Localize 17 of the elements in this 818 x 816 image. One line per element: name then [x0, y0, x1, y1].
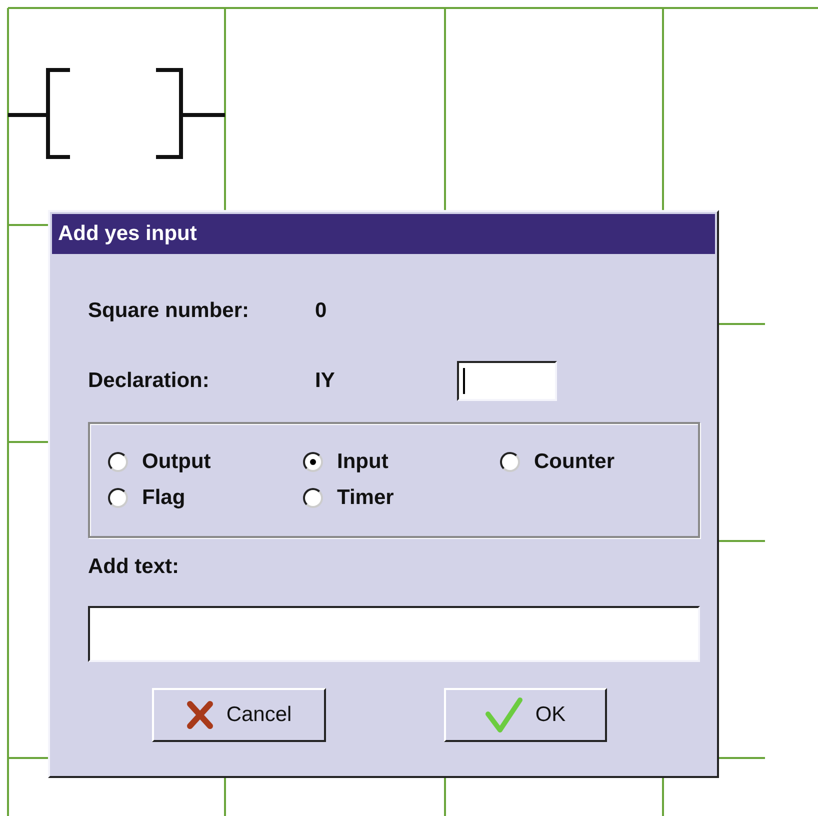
radio-option[interactable]: Counter	[500, 450, 698, 474]
text-field[interactable]	[88, 606, 700, 662]
window-title: Add yes input	[52, 214, 715, 254]
checkmark-icon	[485, 696, 524, 734]
field-value: IY	[315, 369, 335, 393]
field-value: 0	[315, 299, 327, 323]
field-label: Square number:	[88, 299, 250, 323]
radio-option[interactable]: Timer	[303, 486, 500, 510]
radio-option[interactable]: Output	[108, 450, 303, 474]
field-label: Declaration:	[88, 369, 210, 393]
cross-icon	[186, 700, 214, 730]
radio-option[interactable]: Input	[303, 450, 500, 474]
field-label: Add text:	[88, 555, 179, 579]
ok-button[interactable]: OK	[444, 688, 607, 742]
input-field[interactable]	[456, 361, 557, 401]
radio-option[interactable]: Flag	[108, 486, 303, 510]
cancel-button[interactable]: Cancel	[152, 688, 326, 742]
